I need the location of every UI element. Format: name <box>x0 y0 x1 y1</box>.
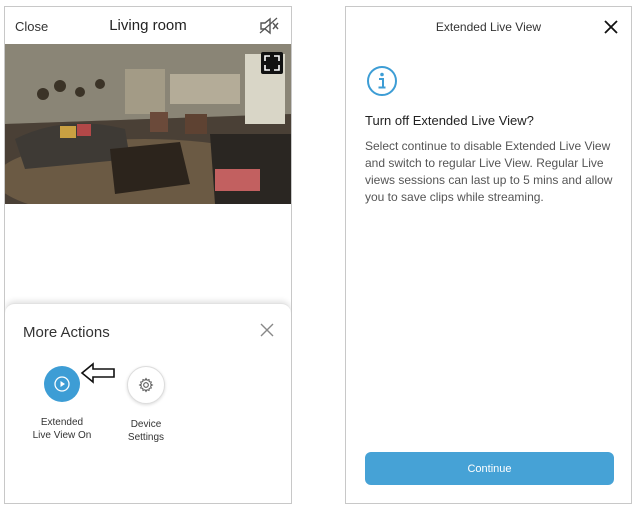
device-settings-label: Device Settings <box>127 419 165 443</box>
device-settings-button[interactable] <box>127 366 165 404</box>
fullscreen-icon <box>264 55 280 71</box>
continue-button[interactable]: Continue <box>365 452 614 485</box>
screen-title: Extended Live View <box>435 20 542 34</box>
more-actions-sheet: More Actions Extended Live View On Devic… <box>5 303 291 503</box>
extended-live-view-label: Extended Live View On <box>32 417 92 441</box>
dialog-body: Select continue to disable Extended Live… <box>365 139 613 204</box>
play-circle-icon <box>54 376 70 392</box>
fullscreen-button[interactable] <box>261 52 283 74</box>
dialog-heading: Turn off Extended Live View? <box>365 113 534 128</box>
living-room-screen: Close Living room More Actions Extended … <box>4 6 292 504</box>
camera-header: Close Living room <box>5 7 291 45</box>
camera-feed[interactable] <box>5 44 291 204</box>
gear-icon <box>138 377 154 393</box>
close-icon[interactable] <box>603 19 619 35</box>
camera-title: Living room <box>109 17 187 34</box>
left-arrow-icon <box>80 362 115 384</box>
extended-live-view-screen: Extended Live View Turn off Extended Liv… <box>345 6 632 504</box>
close-icon[interactable] <box>259 322 275 338</box>
extended-live-view-button[interactable] <box>44 366 80 402</box>
speaker-muted-icon[interactable] <box>259 17 279 35</box>
info-icon <box>367 66 397 96</box>
sheet-title: More Actions <box>23 324 110 341</box>
device-settings-action[interactable]: Device Settings <box>106 366 186 444</box>
living-room-image <box>5 44 291 204</box>
